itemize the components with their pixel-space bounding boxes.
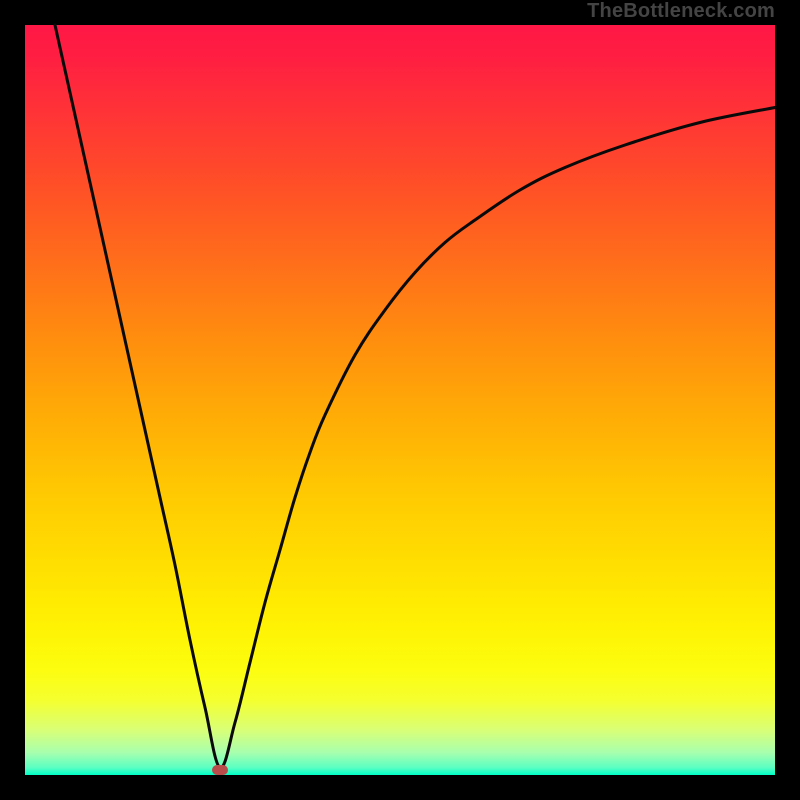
curve-layer <box>25 25 775 775</box>
watermark-text: TheBottleneck.com <box>587 0 775 23</box>
plot-area <box>25 25 775 775</box>
chart-frame: TheBottleneck.com <box>0 0 800 800</box>
optimum-marker <box>212 765 229 776</box>
bottleneck-curve <box>55 25 775 768</box>
